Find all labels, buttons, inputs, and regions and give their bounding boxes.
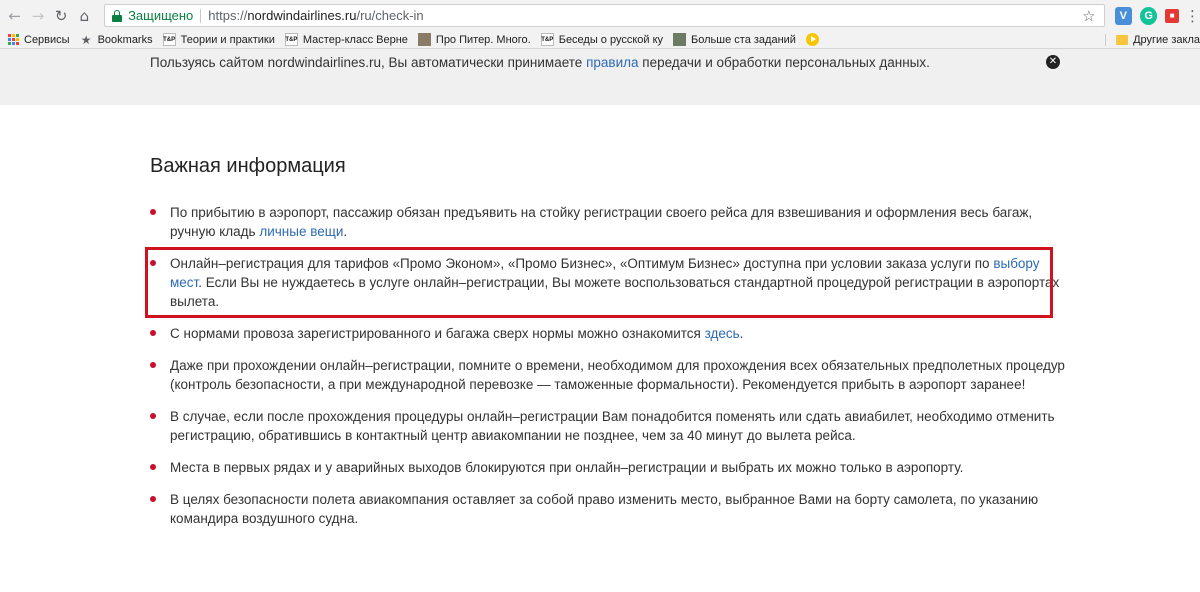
cookie-notice: Пользуясь сайтом nordwindairlines.ru, Вы… (0, 49, 1200, 105)
image-icon (673, 33, 687, 46)
list-item: В целях безопасности полета авиакомпания… (150, 490, 1070, 528)
list-item: С нормами провоза зарегистрированного и … (150, 324, 1070, 343)
bullet-icon (150, 362, 156, 368)
other-bookmarks[interactable]: Другие закла (1101, 31, 1200, 48)
bookmark-item[interactable]: Больше ста заданий (673, 33, 796, 46)
bullet-icon (150, 464, 156, 470)
home-icon[interactable]: ⌂ (73, 4, 96, 28)
play-icon (805, 33, 819, 46)
address-separator (200, 8, 202, 23)
back-arrow-icon[interactable]: ← (3, 4, 26, 28)
apps-grid-icon (8, 34, 19, 45)
bookmark-label: Другие закла (1133, 34, 1200, 46)
bookmark-item[interactable]: ★ Bookmarks (80, 32, 153, 47)
browser-menu-icon[interactable]: ⋮ (1185, 7, 1200, 25)
list-item: В случае, если после прохождения процеду… (150, 407, 1070, 445)
notice-text: Пользуясь сайтом nordwindairlines.ru, Вы… (150, 55, 930, 70)
url-host: nordwindairlines.ru (247, 8, 357, 23)
bookmark-label: Мастер-класс Верне (302, 33, 408, 46)
bookmark-apps[interactable]: Сервисы (0, 34, 70, 46)
browser-toolbar: ← → ↻ ⌂ Защищено https://nordwindairline… (0, 0, 1200, 31)
extension-grammarly-icon[interactable]: G (1139, 6, 1158, 25)
bookmark-star-icon[interactable]: ☆ (1082, 7, 1095, 25)
folder-icon (1116, 35, 1129, 45)
tp-icon: T&P (284, 33, 298, 46)
bookmark-item[interactable]: T&P Теории и практики (162, 33, 275, 46)
bookmark-play[interactable] (805, 33, 819, 46)
url-protocol: https:// (208, 8, 248, 23)
info-list: По прибытию в аэропорт, пассажир обязан … (145, 203, 1070, 528)
bookmark-label: Про Питер. Много. (435, 33, 531, 46)
tp-icon: T&P (540, 33, 554, 46)
bookmark-item[interactable]: T&P Мастер-класс Верне (284, 33, 408, 46)
bullet-icon (150, 413, 156, 419)
list-item-highlighted: Онлайн–регистрация для тарифов «Промо Эк… (145, 247, 1070, 318)
bookmarks-bar: Сервисы ★ Bookmarks T&P Теории и практик… (0, 31, 1200, 49)
close-icon[interactable]: ✕ (1046, 55, 1060, 69)
bookmark-label: Больше ста заданий (691, 33, 796, 46)
list-item: По прибытию в аэропорт, пассажир обязан … (150, 203, 1070, 241)
secure-label: Защищено (128, 8, 194, 23)
star-icon: ★ (80, 32, 92, 47)
bookmark-label: Сервисы (24, 33, 70, 46)
extension-red-icon[interactable]: ■ (1165, 8, 1180, 23)
bullet-icon (150, 496, 156, 502)
page-heading: Важная информация (150, 155, 346, 177)
image-icon (417, 33, 431, 46)
bookmark-label: Bookmarks (97, 33, 153, 46)
bullet-icon (150, 209, 156, 215)
rules-link[interactable]: правила (586, 55, 638, 70)
baggage-rules-link[interactable]: здесь (705, 326, 740, 341)
bullet-icon (150, 260, 156, 266)
tp-icon: T&P (162, 33, 176, 46)
main-content: Важная информация По прибытию в аэропорт… (145, 155, 1070, 541)
list-item: Даже при прохождении онлайн–регистрации,… (150, 356, 1070, 394)
bookmark-separator (1105, 34, 1107, 46)
address-bar[interactable]: Защищено https://nordwindairlines.ru/ru/… (104, 4, 1105, 27)
bullet-icon (150, 330, 156, 336)
bookmark-item[interactable]: T&P Беседы о русской ку (540, 33, 664, 46)
personal-items-link[interactable]: личные вещи (259, 224, 343, 239)
bookmark-label: Беседы о русской ку (558, 33, 664, 46)
bookmark-label: Теории и практики (180, 33, 275, 46)
url-path: /ru/check-in (356, 8, 424, 23)
lock-icon (112, 9, 123, 22)
forward-arrow-icon[interactable]: → (26, 4, 49, 28)
extension-v-icon[interactable]: V (1114, 6, 1132, 25)
list-item: Места в первых рядах и у аварийных выход… (150, 458, 1070, 477)
bookmark-item[interactable]: Про Питер. Много. (417, 33, 531, 46)
reload-icon[interactable]: ↻ (50, 4, 73, 28)
